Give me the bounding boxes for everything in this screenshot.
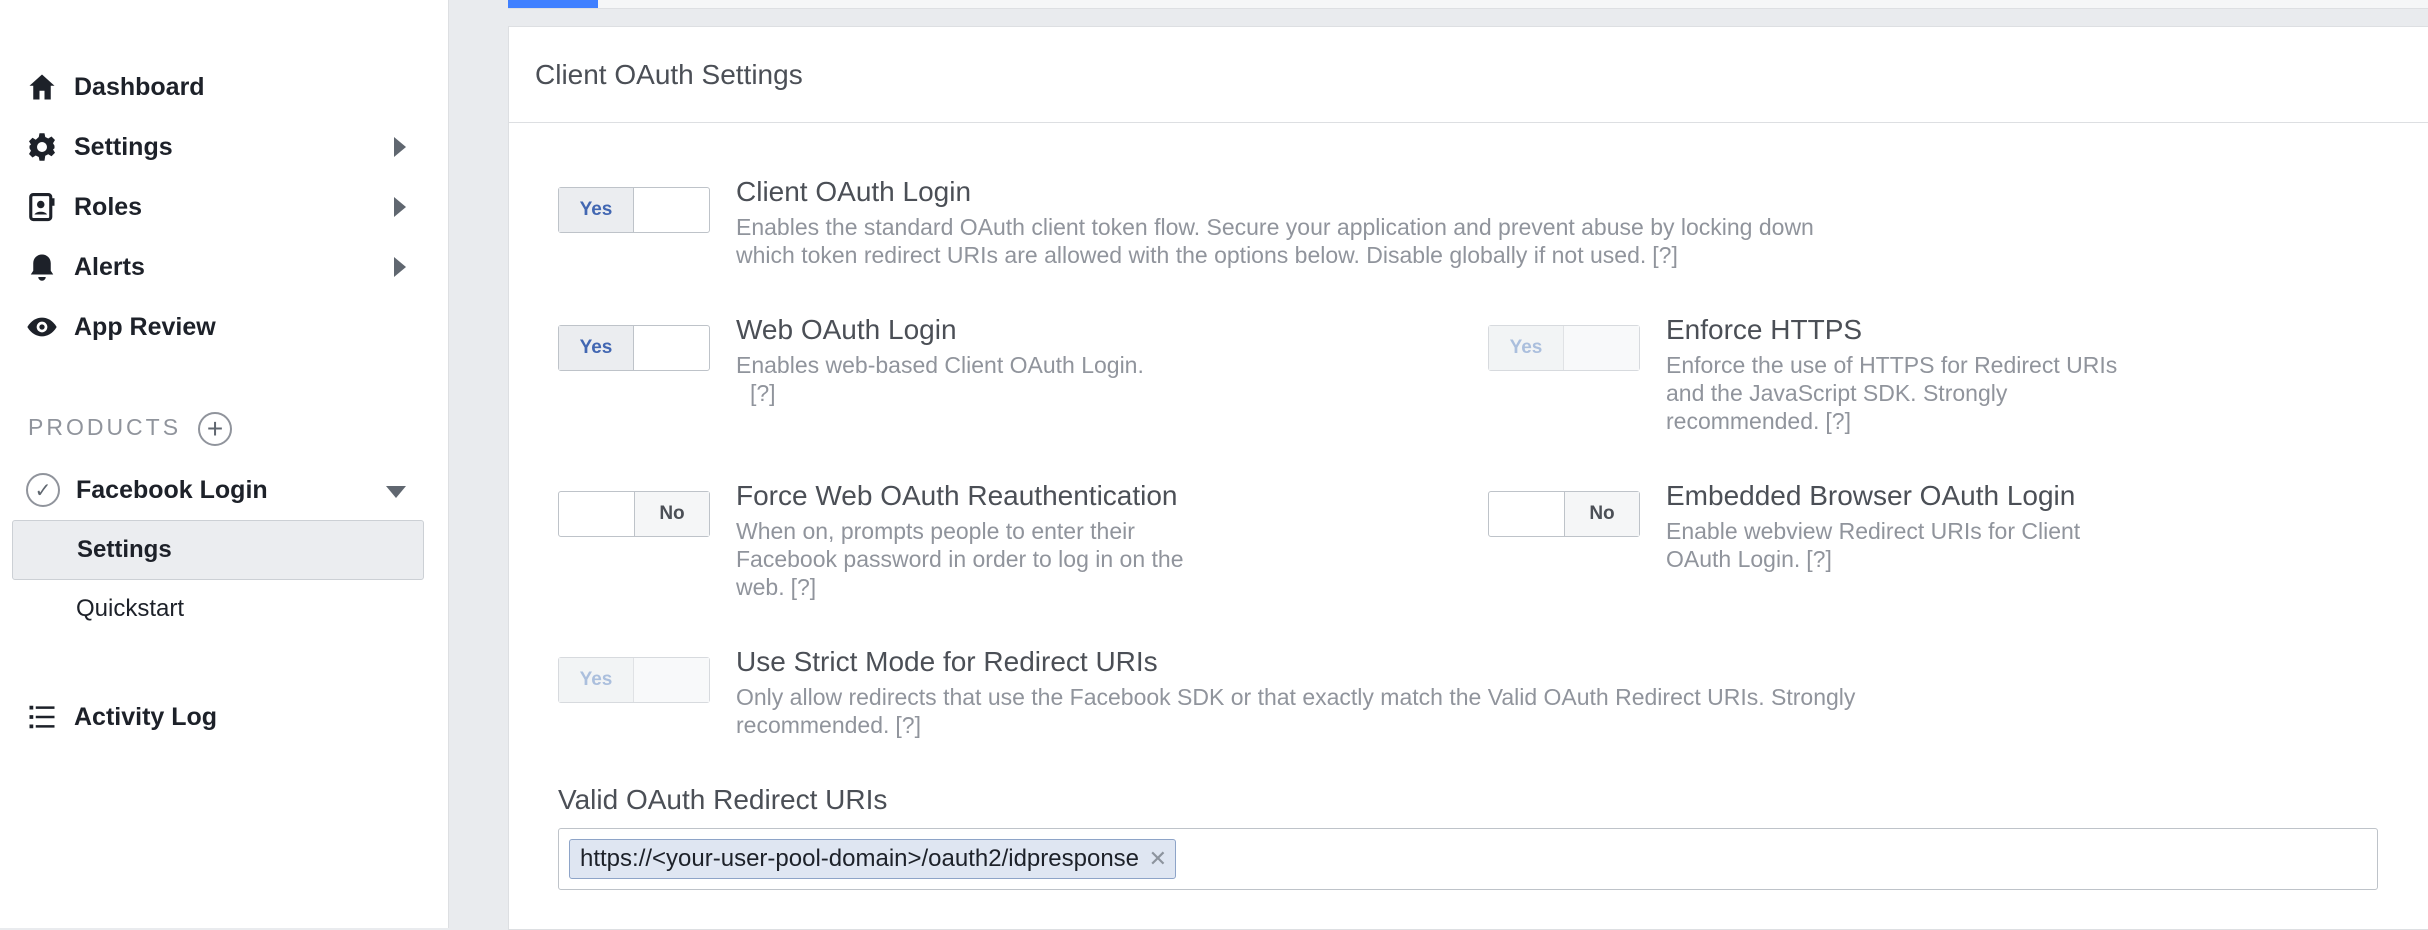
chevron-right-icon — [394, 137, 406, 157]
home-icon — [24, 69, 60, 105]
panel-header: Client OAuth Settings — [509, 27, 2428, 123]
toggle-empty-half — [1564, 326, 1639, 370]
help-link[interactable]: [?] — [1652, 242, 1678, 268]
strict-mode-title: Use Strict Mode for Redirect URIs — [736, 646, 1158, 677]
panel-title: Client OAuth Settings — [535, 58, 803, 90]
sub-item-quickstart[interactable]: Quickstart — [12, 580, 422, 638]
chevron-right-icon — [394, 197, 406, 217]
tab-strip — [508, 0, 2428, 9]
help-link[interactable]: [?] — [895, 712, 921, 738]
redirect-uris-input[interactable]: https://<your-user-pool-domain>/oauth2/i… — [558, 828, 2378, 890]
help-link[interactable]: [?] — [1825, 408, 1851, 434]
option-desc-text: Enables web-based Client OAuth Login. — [736, 352, 1144, 378]
nav-item-label: Settings — [74, 132, 173, 161]
force-reauth-toggle[interactable]: No — [558, 491, 710, 537]
help-link[interactable]: [?] — [1806, 546, 1832, 572]
toggle-yes-label: Yes — [1489, 326, 1564, 370]
nav-item-app-review[interactable]: App Review — [0, 299, 420, 355]
product-facebook-login[interactable]: ✓ Facebook Login — [0, 462, 420, 518]
toggle-empty-half — [634, 658, 709, 702]
force-reauth-title: Force Web OAuth Reauthentication — [736, 480, 1178, 511]
roles-icon — [24, 189, 60, 225]
force-reauth-desc: When on, prompts people to enter their F… — [736, 517, 1206, 601]
nav-item-roles[interactable]: Roles — [0, 179, 420, 235]
toggle-yes-label: Yes — [559, 188, 634, 232]
redirect-uri-text: https://<your-user-pool-domain>/oauth2/i… — [580, 845, 1140, 872]
client-oauth-login-desc: Enables the standard OAuth client token … — [736, 213, 1876, 269]
sub-item-label: Settings — [77, 536, 172, 563]
nav-item-activity-log[interactable]: Activity Log — [0, 689, 420, 745]
toggle-empty-half — [1489, 492, 1564, 536]
redirect-uri-token[interactable]: https://<your-user-pool-domain>/oauth2/i… — [569, 839, 1177, 879]
web-oauth-login-toggle[interactable]: Yes — [558, 325, 710, 371]
product-label: Facebook Login — [76, 475, 268, 504]
redirect-uris-label: Valid OAuth Redirect URIs — [558, 784, 888, 815]
chevron-right-icon — [394, 257, 406, 277]
eye-icon — [24, 309, 60, 345]
toggle-no-label: No — [634, 492, 709, 536]
strict-mode-desc: Only allow redirects that use the Facebo… — [736, 683, 1876, 739]
option-desc-text: Enforce the use of HTTPS for Redirect UR… — [1666, 352, 2118, 434]
active-tab-indicator[interactable] — [508, 0, 598, 8]
toggle-no-label: No — [1564, 492, 1639, 536]
nav-item-label: Roles — [74, 192, 143, 221]
products-heading: PRODUCTS — [28, 414, 182, 440]
embedded-browser-title: Embedded Browser OAuth Login — [1666, 480, 2076, 511]
sub-item-label: Quickstart — [76, 595, 185, 622]
embedded-browser-desc: Enable webview Redirect URIs for Client … — [1666, 517, 2146, 573]
add-product-icon[interactable]: + — [198, 412, 232, 446]
help-link[interactable]: [?] — [750, 380, 776, 406]
toggle-yes-label: Yes — [559, 326, 634, 370]
sidebar: Dashboard Settings Roles Alerts App Revi… — [0, 0, 449, 928]
checkmark-icon: ✓ — [26, 473, 60, 507]
web-oauth-login-title: Web OAuth Login — [736, 314, 957, 345]
toggle-empty-half — [559, 492, 634, 536]
bell-icon — [24, 249, 60, 285]
toggle-yes-label: Yes — [559, 658, 634, 702]
nav-item-label: Activity Log — [74, 702, 218, 731]
client-oauth-login-title: Client OAuth Login — [736, 176, 972, 207]
enforce-https-toggle[interactable]: Yes — [1488, 325, 1640, 371]
toggle-empty-half — [634, 188, 709, 232]
close-icon[interactable]: ✕ — [1149, 846, 1167, 872]
sub-item-settings[interactable]: Settings — [12, 520, 424, 580]
list-icon — [24, 699, 60, 735]
nav-item-label: Dashboard — [74, 72, 205, 101]
nav-item-alerts[interactable]: Alerts — [0, 239, 420, 295]
embedded-browser-toggle[interactable]: No — [1488, 491, 1640, 537]
nav-item-label: App Review — [74, 312, 216, 341]
chevron-down-icon — [386, 486, 406, 498]
enforce-https-title: Enforce HTTPS — [1666, 314, 1863, 345]
gear-icon — [24, 129, 60, 165]
client-oauth-login-toggle[interactable]: Yes — [558, 187, 710, 233]
option-desc-text: Enable webview Redirect URIs for Client … — [1666, 518, 2081, 572]
nav-item-dashboard[interactable]: Dashboard — [0, 59, 420, 115]
toggle-empty-half — [634, 326, 709, 370]
web-oauth-login-desc: Enables web-based Client OAuth Login. [?] — [736, 351, 1206, 407]
nav-item-settings[interactable]: Settings — [0, 119, 420, 175]
nav-item-label: Alerts — [74, 252, 145, 281]
strict-mode-toggle[interactable]: Yes — [558, 657, 710, 703]
help-link[interactable]: [?] — [791, 574, 817, 600]
enforce-https-desc: Enforce the use of HTTPS for Redirect UR… — [1666, 351, 2146, 435]
